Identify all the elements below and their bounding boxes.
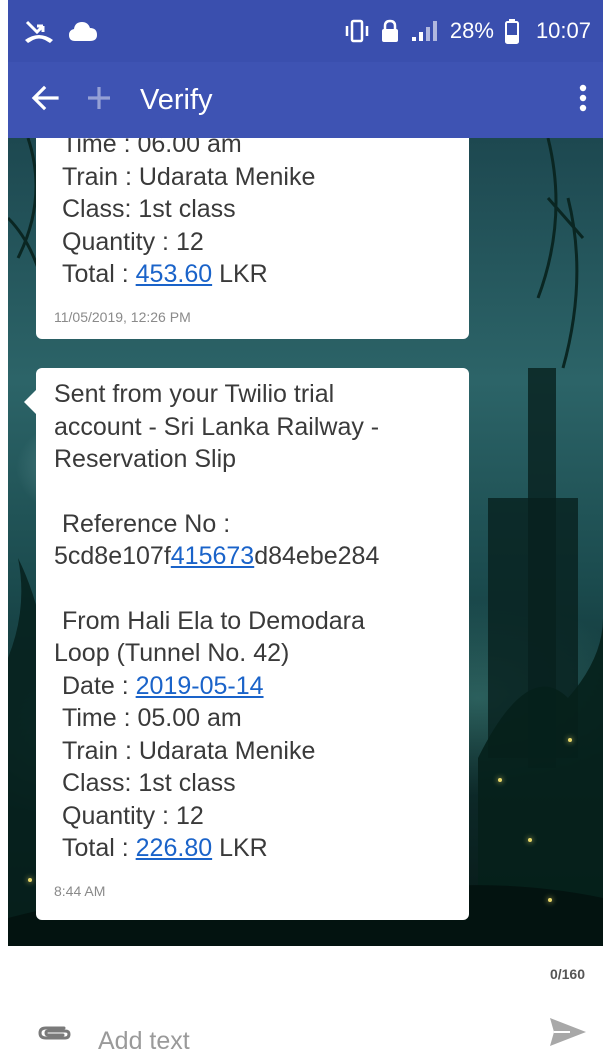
firefly [28,878,32,882]
date-line: Date : 2019-05-14 [54,670,451,703]
signal-icon [410,19,440,43]
app-bar: Verify [8,62,603,138]
total-amount-link[interactable]: 453.60 [136,260,212,288]
firefly [498,778,502,782]
message-time-line: Time : 06.00 am [62,138,242,158]
status-bar: 28% 10:07 [8,0,603,62]
message-train-line: Train : Udarata Menike [62,162,316,191]
message-timestamp: 11/05/2019, 12:26 PM [54,308,191,325]
cloud-icon [68,19,98,43]
message-input[interactable] [98,1024,498,1058]
firefly [568,738,572,742]
reference-link[interactable]: 415673 [171,542,254,570]
message-bubble[interactable]: Sent from your Twilio trial account - Sr… [24,368,469,920]
reference-part: d84ebe284 [254,542,380,570]
message-intro-line: Sent from your Twilio trial [54,380,335,408]
total-amount-link[interactable]: 226.80 [136,834,212,862]
message-class-line: Class: 1st class [62,195,236,223]
battery-percent: 28% [449,18,494,43]
reference-part: 5cd8e107f [54,542,171,570]
conversation-view[interactable]: Time : 06.00 am Train : Udarata Menike C… [8,138,603,946]
vibrate-icon [344,19,370,43]
attach-icon[interactable] [36,1022,72,1049]
reference-label: Reference No : [62,509,231,538]
message-total-line: Total : 226.80 LKR [54,832,451,865]
message-total-line: Total : 453.60 LKR [54,258,451,291]
back-arrow-icon[interactable] [30,83,60,118]
lock-icon [380,19,400,43]
total-label: Total : [62,260,136,288]
firefly [528,838,532,842]
total-currency: LKR [212,260,268,288]
missed-call-icon [24,18,54,44]
compose-bar [0,1000,603,1058]
message-class-line: Class: 1st class [62,769,236,797]
message-bubble[interactable]: Time : 06.00 am Train : Udarata Menike C… [36,138,469,339]
add-icon[interactable] [86,85,112,116]
clock: 10:07 [535,18,591,43]
reference-number: 5cd8e107f415673d84ebe284 [54,540,451,573]
send-icon[interactable] [548,1016,588,1053]
date-link[interactable]: 2019-05-14 [136,672,264,700]
message-intro-line: Reservation Slip [54,445,237,473]
route-line: Loop (Tunnel No. 42) [54,639,290,667]
date-label: Date : [62,671,136,700]
message-quantity-line: Quantity : 12 [62,227,204,256]
firefly [548,898,552,902]
more-vert-icon[interactable] [577,83,589,118]
message-quantity-line: Quantity : 12 [62,801,204,830]
total-currency: LKR [212,834,268,862]
message-timestamp: 8:44 AM [54,882,106,899]
route-line: From Hali Ela to Demodara [62,606,365,635]
message-train-line: Train : Udarata Menike [62,736,316,765]
battery-icon [504,18,520,44]
page-title: Verify [140,83,213,116]
char-counter: 0/160 [549,966,585,982]
message-time-line: Time : 05.00 am [62,704,242,732]
total-label: Total : [62,834,136,862]
message-intro-line: account - Sri Lanka Railway - [54,412,380,441]
